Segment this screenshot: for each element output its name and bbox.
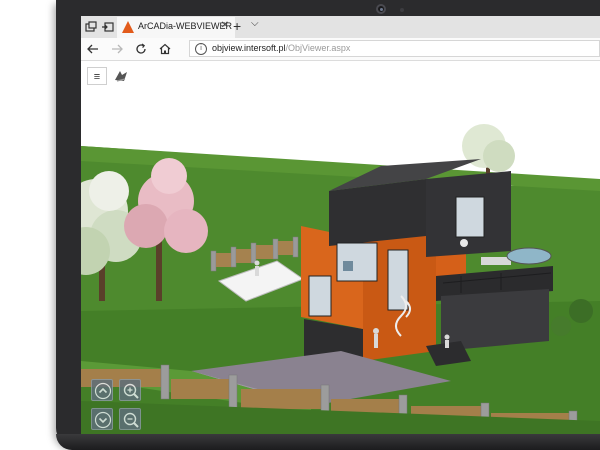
tab-title: ArCADia-WEBVIEWER [138, 21, 233, 31]
pan-up-button[interactable] [91, 379, 113, 401]
chevron-down-icon [94, 411, 112, 429]
tab-actions-icon[interactable] [84, 20, 98, 34]
arcadia-favicon-icon [122, 21, 134, 33]
tab-list-chevron-icon[interactable]: ⌵ [251, 18, 259, 29]
zoom-in-icon [123, 383, 139, 399]
address-bar[interactable]: i objview.intersoft.pl/ObjViewer.aspx [189, 40, 600, 57]
hamburger-menu-button[interactable]: ≡ [87, 67, 107, 85]
zoom-out-icon [123, 412, 139, 428]
url-text[interactable]: objview.intersoft.pl/ObjViewer.aspx [212, 43, 350, 53]
zoom-in-button[interactable] [119, 379, 141, 401]
chevron-up-icon [94, 382, 112, 400]
zoom-out-button[interactable] [119, 408, 141, 430]
info-icon[interactable]: i [195, 43, 207, 55]
home-icon[interactable] [157, 41, 173, 57]
device-bezel-edge [56, 434, 600, 450]
refresh-icon[interactable] [133, 41, 149, 57]
device-camera [376, 4, 386, 14]
tabs-aside-icon[interactable] [101, 20, 115, 34]
new-tab-icon[interactable]: + [233, 18, 241, 34]
back-arrow-icon[interactable] [85, 41, 101, 57]
arcadia-logo-icon [113, 68, 129, 84]
device-sensor [400, 8, 404, 12]
browser-tab-strip: ArCADia-WEBVIEWER ✕ + ⌵ [81, 16, 600, 38]
browser-navigation-bar: i objview.intersoft.pl/ObjViewer.aspx [81, 38, 600, 61]
tab-close-icon[interactable]: ✕ [221, 20, 229, 31]
webviewer-viewport[interactable]: ≡ [81, 61, 600, 434]
3d-house-scene[interactable] [81, 61, 600, 434]
browser-tab[interactable]: ArCADia-WEBVIEWER ✕ [117, 17, 235, 38]
device-screen: ArCADia-WEBVIEWER ✕ + ⌵ i objview.inters… [81, 16, 600, 434]
pan-down-button[interactable] [91, 408, 113, 430]
forward-arrow-icon[interactable] [109, 41, 125, 57]
